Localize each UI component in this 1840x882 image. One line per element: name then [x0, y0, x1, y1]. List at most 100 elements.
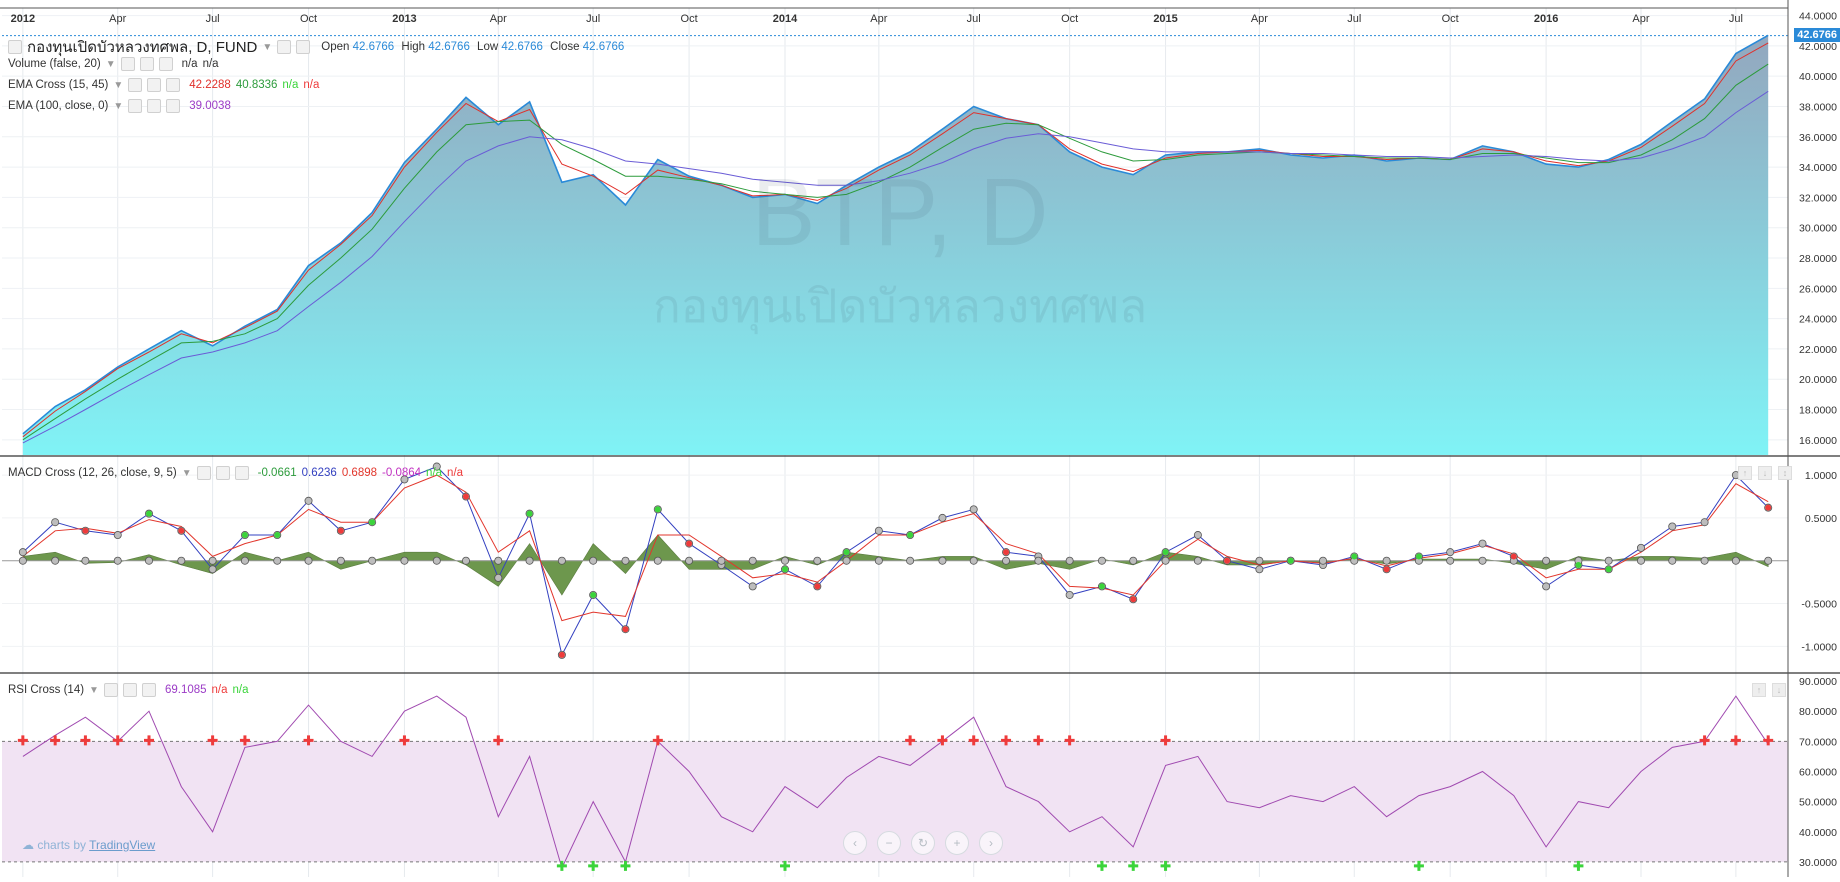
chevron-right-icon[interactable]: ›: [979, 831, 1003, 855]
chevron-down-icon[interactable]: ▼: [113, 101, 123, 112]
rsi-value-1: 69.1085: [164, 684, 207, 696]
main-legend: กองทุนเปิดบัวหลวงทศพล, D, FUND ▼ Open 42…: [8, 35, 628, 59]
macd-cross-marker: [1765, 504, 1772, 511]
histogram-point: [748, 556, 757, 565]
histogram-point: [813, 556, 822, 565]
pane-down-icon[interactable]: ↓: [1758, 466, 1772, 480]
settings-icon[interactable]: [122, 683, 137, 697]
volume-value-1: n/a: [181, 58, 198, 70]
macd-point: [969, 505, 978, 514]
macd-cross-marker: [654, 506, 661, 513]
ema-cross-value-3: n/a: [282, 79, 299, 91]
last-price-tag: 42.6766: [1794, 27, 1840, 42]
macd-point: [113, 531, 122, 540]
histogram-point: [273, 556, 282, 565]
ema-cross-legend[interactable]: EMA Cross (15, 45) ▼ 42.2288 40.8336 n/a…: [8, 78, 319, 92]
macd-cross-marker: [1287, 557, 1294, 564]
zoom-in-icon[interactable]: +: [945, 831, 969, 855]
eye-icon[interactable]: [128, 78, 143, 92]
branding-name[interactable]: TradingView: [89, 838, 155, 852]
histogram-point: [685, 556, 694, 565]
pane-up-icon[interactable]: ↑: [1738, 466, 1752, 480]
histogram-point: [336, 556, 345, 565]
rsi-oversold-marker: [1413, 860, 1424, 871]
settings-icon[interactable]: [215, 466, 230, 480]
histogram-point: [1002, 556, 1011, 565]
close-icon[interactable]: [166, 99, 181, 113]
chevron-down-icon[interactable]: ▼: [113, 80, 123, 91]
price-axis-label: 24.0000: [1799, 314, 1837, 326]
eye-icon[interactable]: [120, 57, 135, 71]
macd-histogram: [22, 534, 1769, 596]
histogram-point: [81, 556, 90, 565]
format-icon[interactable]: [296, 40, 311, 54]
histogram-point: [1065, 556, 1074, 565]
macd-value-5: n/a: [426, 467, 443, 479]
settings-icon[interactable]: [139, 57, 154, 71]
histogram-point: [717, 556, 726, 565]
histogram-point: [113, 556, 122, 565]
settings-icon[interactable]: [147, 99, 162, 113]
macd-pane: [2, 462, 1788, 659]
close-icon[interactable]: [166, 78, 181, 92]
chevron-left-icon[interactable]: ‹: [843, 831, 867, 855]
time-axis-label: Apr: [1632, 13, 1649, 25]
settings-icon[interactable]: [147, 78, 162, 92]
histogram-point: [589, 556, 598, 565]
chevron-down-icon[interactable]: ▼: [106, 59, 116, 70]
ema-cross-label: EMA Cross (15, 45): [8, 79, 109, 91]
pane-down-icon[interactable]: ↓: [1772, 683, 1786, 697]
macd-value-6: n/a: [447, 467, 464, 479]
macd-point: [1446, 548, 1455, 557]
rsi-legend[interactable]: RSI Cross (14) ▼ 69.1085 n/a n/a: [8, 683, 249, 697]
chevron-down-icon[interactable]: ▼: [89, 685, 99, 696]
macd-point: [748, 582, 757, 591]
histogram-point: [906, 556, 915, 565]
ema-legend[interactable]: EMA (100, close, 0) ▼ 39.0038: [8, 99, 231, 113]
macd-point: [938, 513, 947, 522]
volume-legend[interactable]: Volume (false, 20) ▼ n/a n/a: [8, 57, 219, 71]
tradingview-branding[interactable]: ☁ charts by TradingView: [22, 838, 155, 852]
macd-cross-marker: [558, 651, 565, 658]
histogram-point: [304, 556, 313, 565]
macd-cross-marker: [526, 510, 533, 517]
reset-icon[interactable]: ↻: [911, 831, 935, 855]
macd-point: [18, 548, 27, 557]
macd-cross-marker: [590, 591, 597, 598]
time-axis-label: Oct: [1442, 13, 1459, 25]
time-axis-label: Apr: [870, 13, 887, 25]
zoom-out-icon[interactable]: −: [877, 831, 901, 855]
price-axis-label: 18.0000: [1799, 405, 1837, 417]
macd-point: [1636, 543, 1645, 552]
collapse-icon[interactable]: [8, 40, 22, 54]
macd-cross-marker: [814, 583, 821, 590]
close-icon[interactable]: [158, 57, 173, 71]
macd-cross-marker: [1383, 566, 1390, 573]
eye-icon[interactable]: [128, 99, 143, 113]
volume-label: Volume (false, 20): [8, 58, 101, 70]
ohlc-open-value: 42.6766: [352, 41, 395, 53]
macd-axis-label: 0.5000: [1805, 513, 1837, 525]
histogram-point: [874, 556, 883, 565]
macd-value-4: -0.0864: [382, 467, 422, 479]
chevron-down-icon[interactable]: ▼: [262, 42, 272, 53]
histogram-point: [432, 556, 441, 565]
histogram-point: [1668, 556, 1677, 565]
close-icon[interactable]: [141, 683, 156, 697]
settings-icon[interactable]: [277, 40, 292, 54]
pane-maximize-icon[interactable]: ↕: [1778, 466, 1792, 480]
ema-cross-value-2: 40.8336: [235, 79, 278, 91]
chevron-down-icon[interactable]: ▼: [182, 468, 192, 479]
macd-cross-marker: [178, 527, 185, 534]
histogram-point: [1700, 556, 1709, 565]
pane-up-icon[interactable]: ↑: [1752, 683, 1766, 697]
close-icon[interactable]: [234, 466, 249, 480]
macd-point: [1193, 531, 1202, 540]
macd-cross-marker: [1351, 553, 1358, 560]
eye-icon[interactable]: [196, 466, 211, 480]
eye-icon[interactable]: [103, 683, 118, 697]
histogram-point: [461, 556, 470, 565]
histogram-point: [781, 556, 790, 565]
macd-legend[interactable]: MACD Cross (12, 26, close, 9, 5) ▼ -0.06…: [8, 466, 463, 480]
ohlc-low-value: 42.6766: [501, 41, 543, 53]
